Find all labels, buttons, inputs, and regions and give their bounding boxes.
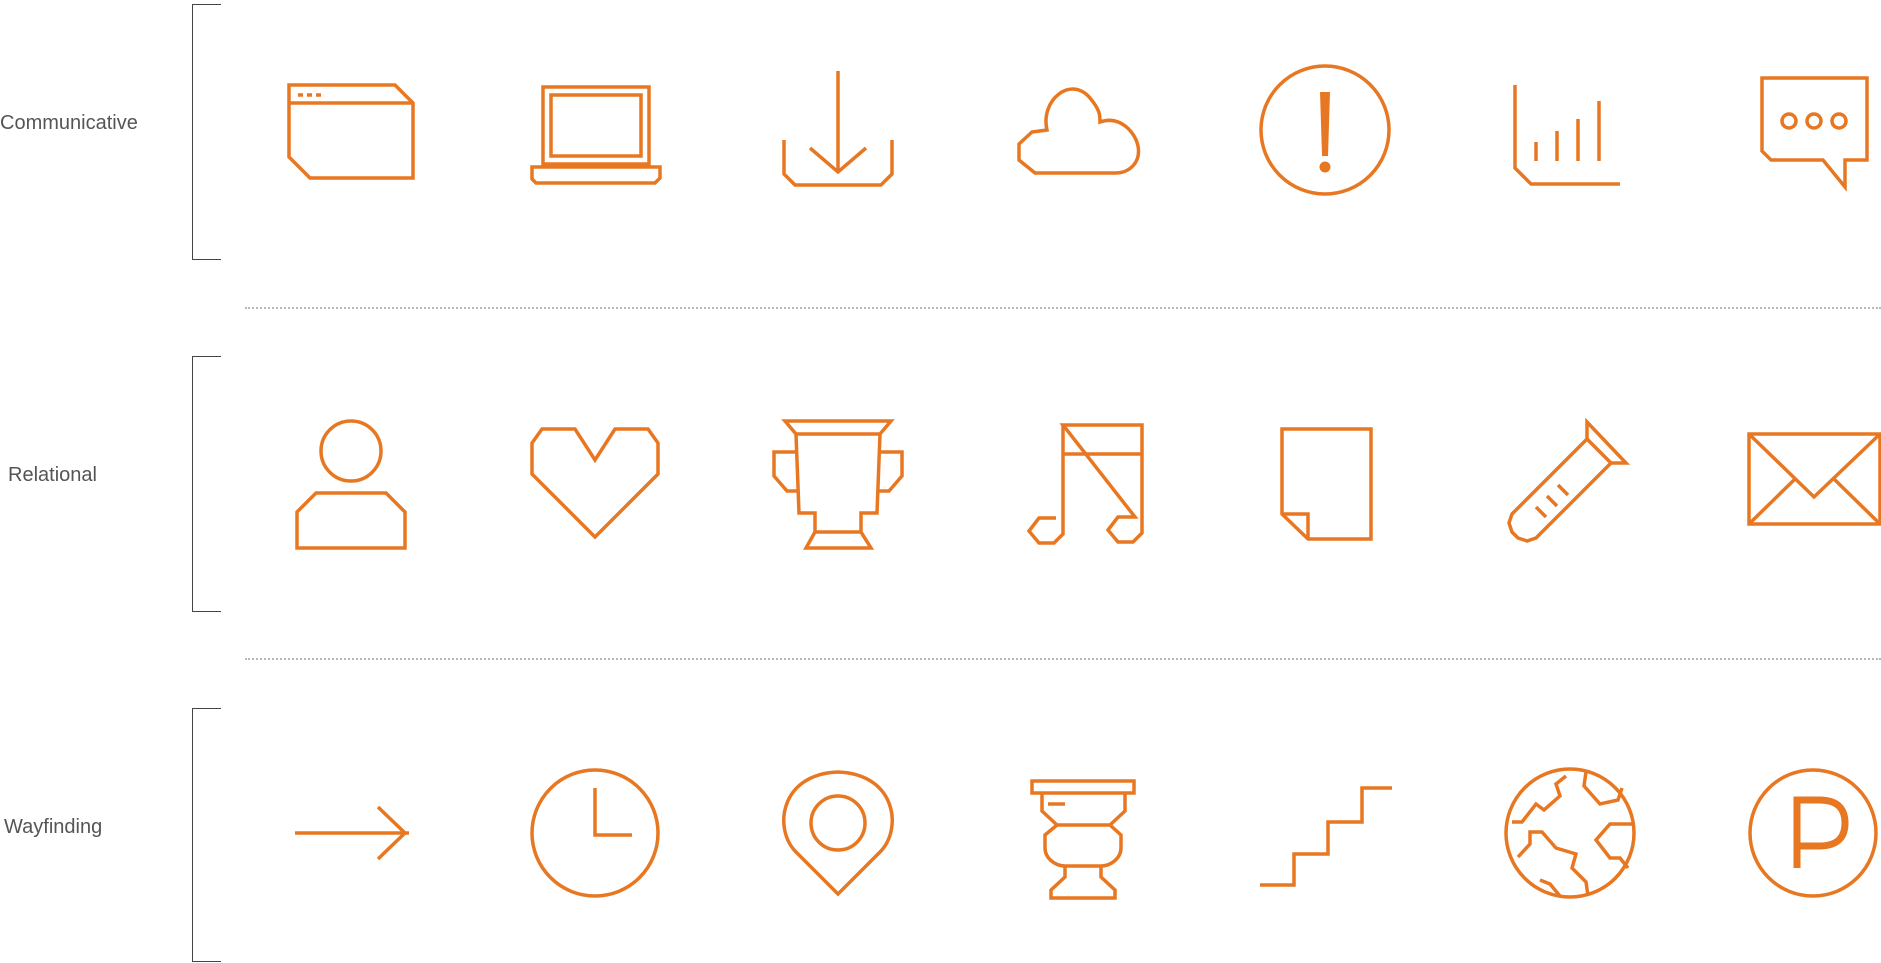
globe-icon: [1500, 762, 1640, 902]
cloud-icon: [1005, 60, 1145, 200]
user-icon: [282, 410, 422, 550]
stairs-icon: [1255, 762, 1395, 902]
row-bracket-relational: [192, 356, 221, 612]
document-icon: [1255, 410, 1395, 550]
trophy-icon: [768, 410, 908, 550]
map-pin-icon: [768, 762, 908, 902]
row-label-relational: Relational: [8, 464, 97, 486]
music-note-icon: [1005, 410, 1145, 550]
toilet-icon: [1005, 762, 1145, 902]
browser-window-icon: [285, 60, 425, 200]
parking-icon: [1741, 762, 1881, 902]
row-divider: [245, 658, 1881, 660]
download-icon: [768, 60, 908, 200]
envelope-icon: [1741, 410, 1881, 550]
row-bracket-wayfinding: [192, 708, 221, 962]
laptop-icon: [525, 60, 665, 200]
row-label-wayfinding: Wayfinding: [4, 816, 103, 838]
row-label-communicative: Communicative: [0, 112, 138, 134]
bar-chart-icon: [1500, 60, 1640, 200]
alert-icon: [1255, 60, 1395, 200]
row-bracket-communicative: [192, 4, 221, 260]
arrow-right-icon: [282, 762, 422, 902]
test-tube-icon: [1500, 410, 1640, 550]
heart-icon: [525, 410, 665, 550]
chat-bubble-icon: [1741, 60, 1881, 200]
clock-icon: [525, 762, 665, 902]
row-divider: [245, 307, 1881, 309]
